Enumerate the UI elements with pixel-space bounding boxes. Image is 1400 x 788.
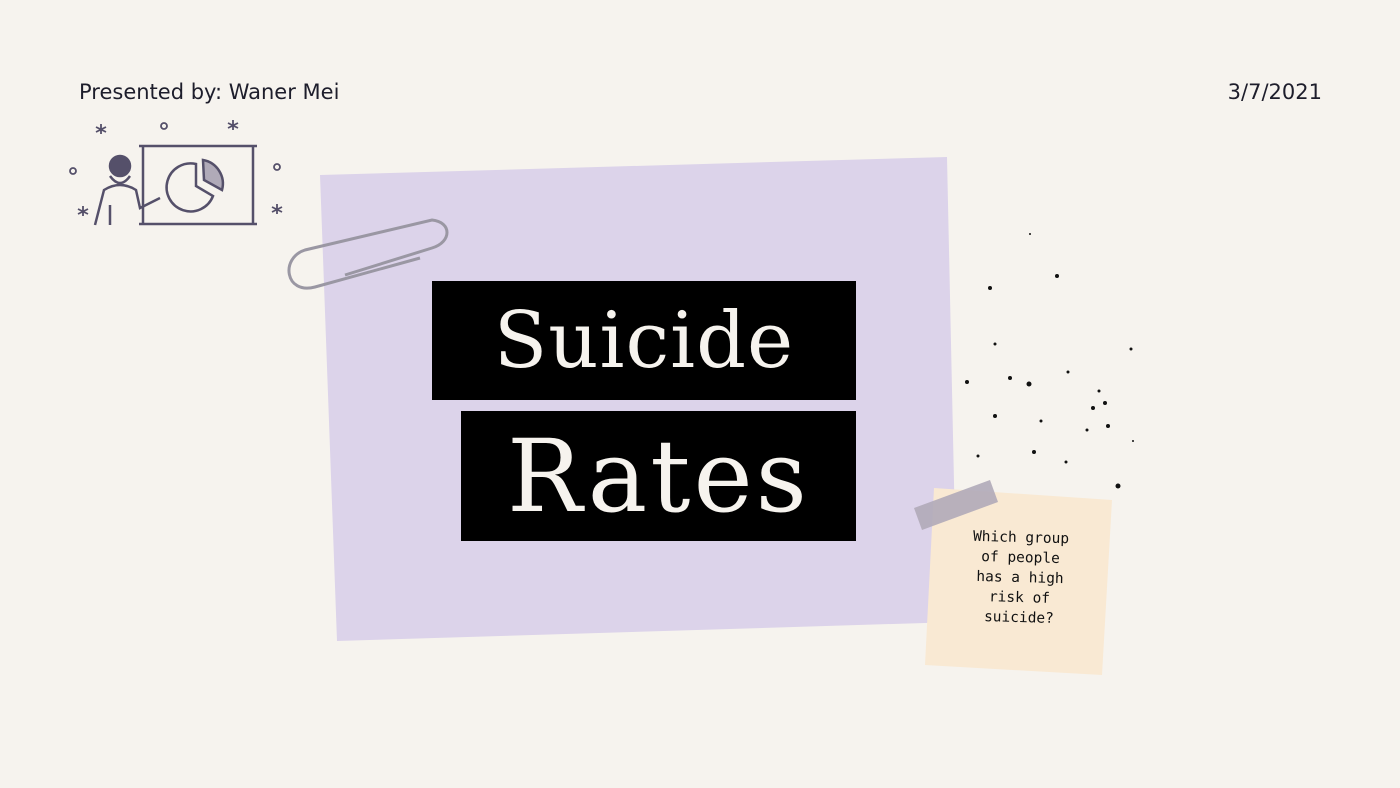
title-line-1: Suicide (432, 281, 856, 400)
presenter-illustration-icon (69, 120, 283, 226)
sticky-note-text: Which group of people has a high risk of… (929, 526, 1112, 631)
ink-splatter (965, 233, 1134, 489)
presentation-date: 3/7/2021 (1227, 80, 1322, 104)
pie-chart-icon (165, 158, 225, 213)
title-line-2: Rates (461, 411, 856, 541)
presenter-name: Presented by: Waner Mei (79, 80, 340, 104)
